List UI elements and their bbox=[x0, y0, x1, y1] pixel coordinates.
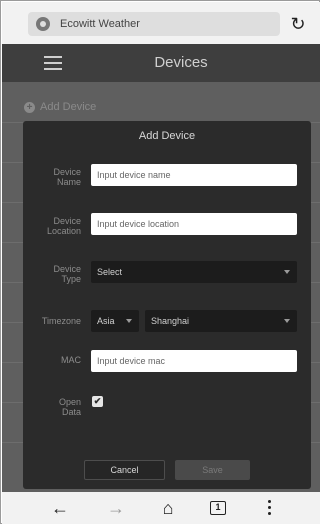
browser-url-bar: Ecowitt Weather ↻ bbox=[2, 2, 320, 44]
timezone-region-value: Asia bbox=[97, 316, 115, 326]
reload-icon[interactable]: ↻ bbox=[288, 14, 308, 34]
cancel-button[interactable]: Cancel bbox=[84, 460, 165, 480]
app-container: Devices + Add Device Add Device Device N… bbox=[2, 44, 320, 492]
globe-icon bbox=[36, 17, 50, 31]
timezone-city-select[interactable]: Shanghai bbox=[145, 310, 297, 332]
timezone-region-select[interactable]: Asia bbox=[91, 310, 139, 332]
dialog-title: Add Device bbox=[138, 130, 196, 142]
open-data-label: Open Data bbox=[58, 397, 81, 417]
device-location-label: Device Location bbox=[46, 216, 81, 236]
caret-down-icon bbox=[284, 319, 290, 323]
device-name-input[interactable] bbox=[91, 164, 297, 186]
mac-label: MAC bbox=[61, 355, 81, 365]
add-device-dialog: Add Device Device Name Device Location D… bbox=[23, 121, 311, 489]
browser-nav-bar: ← → ⌂ 1 bbox=[2, 492, 320, 524]
add-device-link[interactable]: + Add Device bbox=[24, 101, 96, 113]
home-icon[interactable]: ⌂ bbox=[156, 498, 180, 518]
add-device-label: Add Device bbox=[40, 101, 97, 113]
timezone-label: Timezone bbox=[41, 316, 81, 326]
phone-frame: Ecowitt Weather ↻ Devices + Add Device A… bbox=[0, 0, 320, 524]
url-field[interactable]: Ecowitt Weather bbox=[28, 12, 280, 36]
tabs-icon[interactable]: 1 bbox=[210, 501, 226, 515]
back-arrow-icon[interactable]: ← bbox=[48, 498, 72, 518]
page-title: Devices bbox=[154, 54, 208, 71]
device-type-label: Device Type bbox=[53, 264, 81, 284]
forward-arrow-icon[interactable]: → bbox=[104, 498, 128, 518]
save-button[interactable]: Save bbox=[175, 460, 250, 480]
app-bar: Devices bbox=[2, 44, 320, 82]
device-type-select[interactable]: Select bbox=[91, 261, 297, 283]
caret-down-icon bbox=[284, 270, 290, 274]
device-location-input[interactable] bbox=[91, 213, 297, 235]
url-text: Ecowitt Weather bbox=[60, 18, 140, 30]
device-name-label: Device Name bbox=[53, 167, 81, 187]
timezone-city-value: Shanghai bbox=[151, 316, 190, 326]
more-vert-icon[interactable] bbox=[268, 500, 272, 516]
caret-down-icon bbox=[126, 319, 132, 323]
plus-circle-icon: + bbox=[24, 101, 35, 113]
device-type-value: Select bbox=[97, 267, 123, 277]
mac-input[interactable] bbox=[91, 350, 297, 372]
open-data-checkbox[interactable]: ✔ bbox=[92, 396, 103, 407]
